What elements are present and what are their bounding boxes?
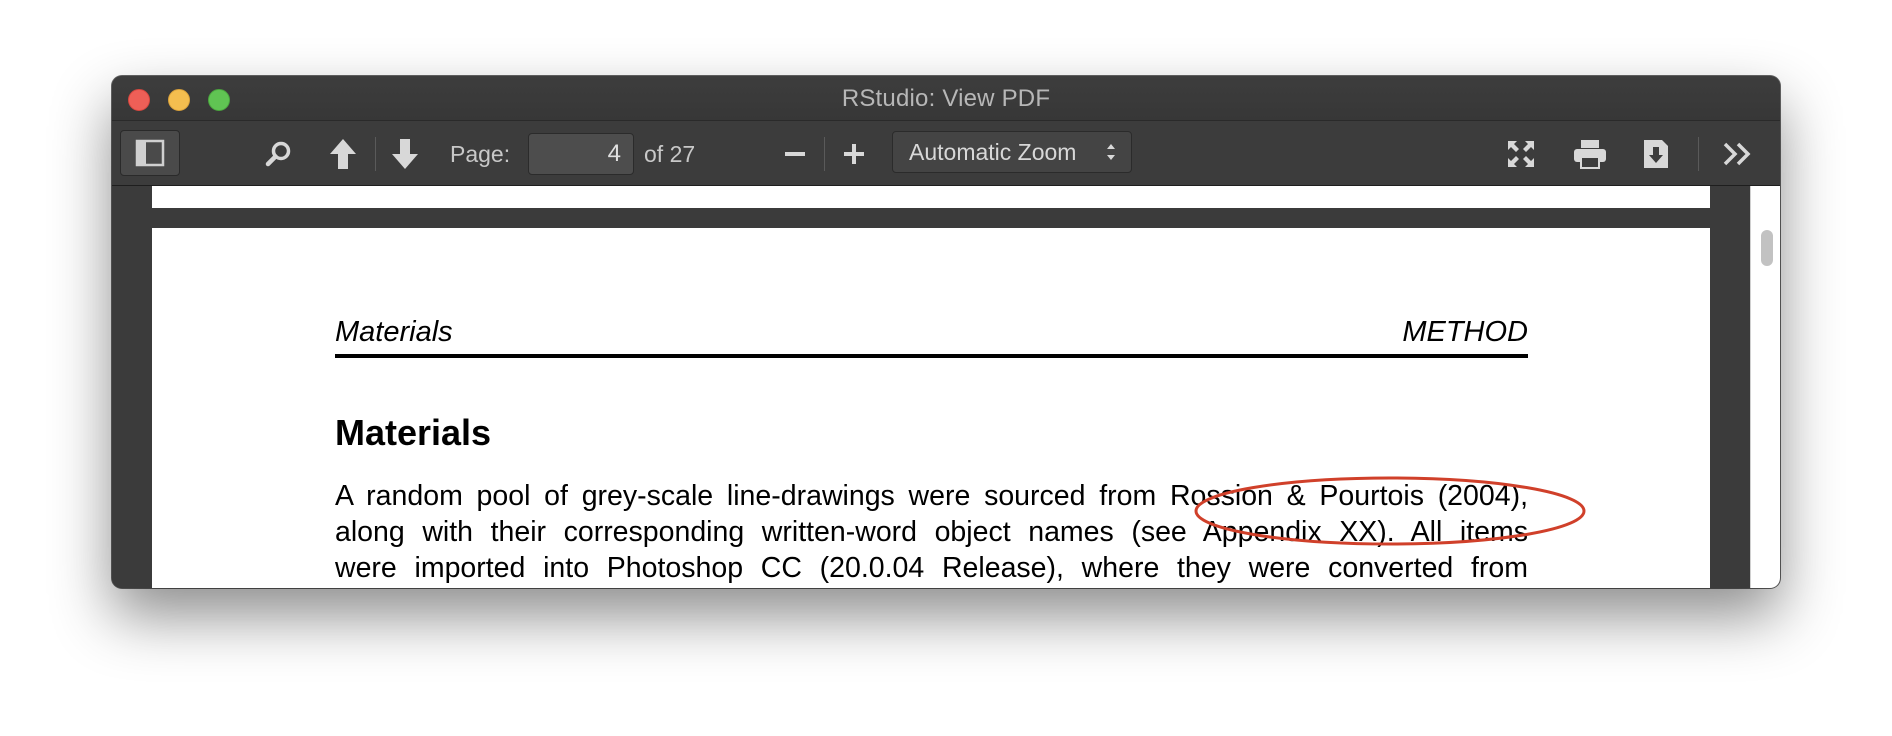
- section-title: Materials: [335, 412, 492, 453]
- zoom-select-value: Automatic Zoom: [909, 139, 1077, 165]
- toolbar-separator: [824, 137, 825, 171]
- previous-page-bottom: [152, 186, 1710, 208]
- zoom-out-icon: [785, 152, 805, 156]
- vertical-scrollbar[interactable]: [1750, 186, 1780, 588]
- sidebar-toggle-icon: [135, 139, 165, 167]
- next-page-button[interactable]: [388, 135, 422, 173]
- zoom-in-icon: [844, 144, 864, 164]
- sidebar-toggle-button[interactable]: [120, 130, 180, 176]
- print-icon: [1574, 140, 1606, 169]
- pdf-toolbar: Page: of 27 Automatic Zoom: [112, 120, 1780, 186]
- zoom-select[interactable]: Automatic Zoom: [892, 131, 1132, 173]
- pdf-page: Materials METHOD Materials A random pool…: [152, 228, 1710, 588]
- pdf-viewer-window: RStudio: View PDF Page: 4 of 27 Automati…: [112, 76, 1780, 588]
- zoom-out-button[interactable]: [780, 139, 810, 169]
- search-button[interactable]: [262, 137, 296, 171]
- print-button[interactable]: [1570, 137, 1610, 171]
- page-label: Page:: [450, 141, 511, 167]
- pdf-viewer-area[interactable]: Materials METHOD Materials A random pool…: [112, 186, 1780, 588]
- running-header-right: METHOD: [1402, 316, 1528, 348]
- title-bar: RStudio: View PDF: [112, 76, 1780, 120]
- page-total-label: of 27: [644, 141, 696, 167]
- header-rule: [335, 354, 1528, 358]
- scrollbar-thumb[interactable]: [1761, 230, 1773, 266]
- toolbar-separator: [375, 137, 376, 171]
- zoom-in-button[interactable]: [839, 139, 869, 169]
- chevron-up-down-icon: [1107, 144, 1115, 160]
- search-icon: [265, 141, 291, 167]
- more-tools-button[interactable]: [1720, 137, 1756, 171]
- next-page-icon: [392, 139, 418, 169]
- body-line: were imported into Photoshop CC (20.0.04…: [335, 552, 1528, 584]
- page-number-input[interactable]: [528, 133, 634, 175]
- toolbar-separator: [1698, 137, 1699, 171]
- running-header-left: Materials: [335, 316, 453, 348]
- download-button[interactable]: [1639, 135, 1673, 173]
- previous-page-button[interactable]: [326, 135, 360, 173]
- window-title: RStudio: View PDF: [841, 85, 1051, 112]
- more-tools-icon: [1723, 142, 1751, 166]
- download-icon: [1644, 140, 1668, 168]
- previous-page-icon: [330, 139, 356, 169]
- fullscreen-icon: [1508, 141, 1534, 167]
- fullscreen-button[interactable]: [1504, 137, 1538, 171]
- annotation-ellipse: [1194, 476, 1586, 546]
